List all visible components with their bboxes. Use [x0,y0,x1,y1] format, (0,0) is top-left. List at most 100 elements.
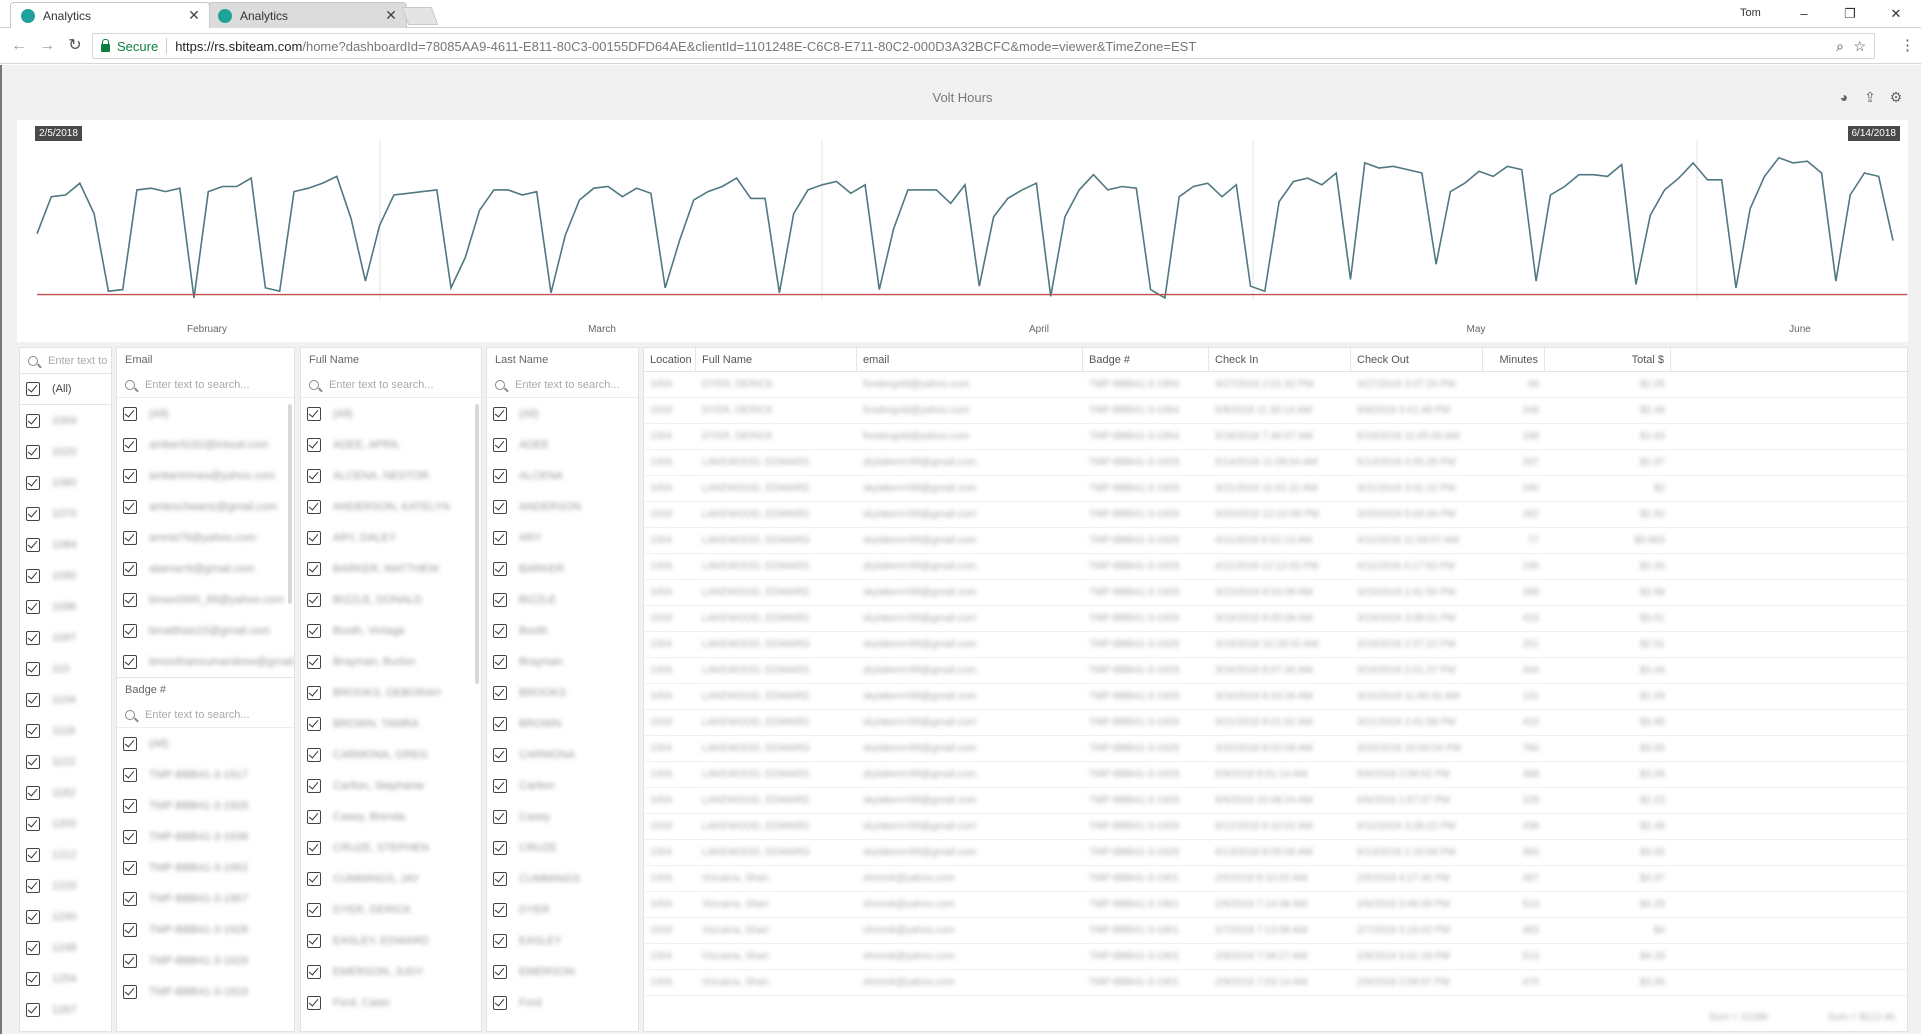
lastname-option[interactable]: CUMMINGS [487,863,638,894]
checkbox-checked[interactable] [493,654,507,669]
checkbox-checked[interactable] [493,592,507,607]
checkbox-checked[interactable] [123,829,137,844]
fullname-option[interactable]: ANDERSON, KATELYN [301,491,481,522]
checkbox-checked[interactable] [307,685,321,700]
table-row[interactable]: 1004 DYER, DERICK fondergold@yahoo.com TMP-… [644,424,1907,450]
badge-option[interactable]: TMP-BBB41-3-1957 [117,883,294,914]
scrollbar-thumb[interactable] [475,404,479,684]
checkbox-checked[interactable] [307,406,321,421]
checkbox-checked[interactable] [493,902,507,917]
checkbox-checked[interactable] [493,561,507,576]
settings-sliders-icon[interactable]: ⚙ [1888,89,1904,105]
lastname-option[interactable]: Carlton [487,770,638,801]
checkbox-checked[interactable] [493,623,507,638]
lastname-option[interactable]: EASLEY [487,925,638,956]
checkbox-checked[interactable] [26,630,40,645]
checkbox-checked[interactable] [26,444,40,459]
palette-icon[interactable]: ◕ [1836,89,1852,105]
fullname-option[interactable]: DYER, DERICK [301,894,481,925]
checkbox-checked[interactable] [26,754,40,769]
fullname-option[interactable]: (All) [301,398,481,429]
export-icon[interactable]: ⇪ [1862,89,1878,105]
location-option[interactable]: 110 [20,653,111,684]
location-option[interactable]: 1060 [20,467,111,498]
table-row[interactable]: 1004 LAKEWOOD, EDWARD skylakerrrr99@gmail.… [644,502,1907,528]
table-row[interactable]: 1004 LAKEWOOD, EDWARD skylakerrrr99@gmail.… [644,528,1907,554]
tab-close-icon[interactable]: ✕ [384,7,398,24]
email-option[interactable]: (All) [117,398,294,429]
table-row[interactable]: 1004 LAKEWOOD, EDWARD skylakerrrr99@gmail.… [644,606,1907,632]
badge-option[interactable]: (All) [117,728,294,759]
checkbox-checked[interactable] [307,592,321,607]
table-row[interactable]: 1004 DYER, DERICK fondergold@yahoo.com TMP-… [644,398,1907,424]
location-search-input[interactable] [48,354,111,367]
column-header-location[interactable]: Location [644,348,696,372]
fullname-option[interactable]: CARMONA, GREG [301,739,481,770]
checkbox-checked[interactable] [493,685,507,700]
checkbox-checked[interactable] [26,816,40,831]
checkbox-checked[interactable] [26,909,40,924]
fullname-option[interactable]: BIZZLE, DONALD [301,584,481,615]
checkbox-checked[interactable] [123,984,137,999]
checkbox-checked[interactable] [493,778,507,793]
checkbox-checked[interactable] [26,506,40,521]
column-header-check-in[interactable]: Check In [1209,348,1351,372]
column-header-check-out[interactable]: Check Out [1351,348,1483,372]
fullname-option[interactable]: ADEE, APRIL [301,429,481,460]
location-all-option[interactable]: (All) [20,374,111,405]
fullname-option[interactable]: EASLEY, EDWARD [301,925,481,956]
table-row[interactable]: 1004 Vizcaina, Shari shrmnk@yahoo.com TMP-B… [644,918,1907,944]
location-option[interactable]: 1096 [20,591,111,622]
badge-search-input[interactable] [145,708,294,721]
checkbox-checked[interactable] [307,964,321,979]
checkbox-checked[interactable] [493,499,507,514]
lastname-option[interactable]: BIZZLE [487,584,638,615]
checkbox-checked[interactable] [307,933,321,948]
checkbox-checked[interactable] [26,382,40,396]
table-row[interactable]: 1004 Vizcaina, Shari shrmnk@yahoo.com TMP-B… [644,866,1907,892]
lastname-option[interactable]: BROOKS [487,677,638,708]
checkbox-checked[interactable] [26,785,40,800]
lastname-option[interactable]: DYER [487,894,638,925]
column-header-total[interactable]: Total $ [1545,348,1671,372]
address-bar[interactable]: Secure https://rs.sbiteam.com/home?dashb… [92,33,1875,59]
bookmark-star-icon[interactable]: ☆ [1853,38,1866,55]
table-row[interactable]: 1004 LAKEWOOD, EDWARD skylakerrrr99@gmail.… [644,736,1907,762]
checkbox-checked[interactable] [307,437,321,452]
table-row[interactable]: 1004 LAKEWOOD, EDWARD skylakerrrr99@gmail.… [644,476,1907,502]
checkbox-checked[interactable] [26,661,40,676]
checkbox-checked[interactable] [307,840,321,855]
table-row[interactable]: 1004 LAKEWOOD, EDWARD skylakerrrr99@gmail.… [644,762,1907,788]
checkbox-checked[interactable] [26,568,40,583]
checkbox-checked[interactable] [26,878,40,893]
lastname-option[interactable]: Casey [487,801,638,832]
fullname-option[interactable]: BARKER, MATTHEW [301,553,481,584]
checkbox-checked[interactable] [307,499,321,514]
lastname-option[interactable]: Brayman [487,646,638,677]
checkbox-checked[interactable] [493,871,507,886]
location-option[interactable]: 1104 [20,684,111,715]
email-option[interactable]: amleschwartz@gmail.com [117,491,294,522]
fullname-option[interactable]: Booth, Vintage [301,615,481,646]
checkbox-checked[interactable] [26,599,40,614]
table-row[interactable]: 1004 LAKEWOOD, EDWARD skylakerrrr99@gmail.… [644,710,1907,736]
checkbox-checked[interactable] [307,468,321,483]
scrollbar-thumb[interactable] [288,404,292,604]
checkbox-checked[interactable] [123,767,137,782]
fullname-option[interactable]: BROOKS, DEBORAH [301,677,481,708]
zoom-icon[interactable]: ⌕ [1836,38,1844,55]
checkbox-checked[interactable] [307,871,321,886]
lastname-option[interactable]: (All) [487,398,638,429]
lastname-option[interactable]: ARY [487,522,638,553]
location-option[interactable]: 1212 [20,839,111,870]
fullname-option[interactable]: ARY, DALEY [301,522,481,553]
lastname-option[interactable]: CARMONA [487,739,638,770]
fullname-option[interactable]: CRUZE, STEPHEN [301,832,481,863]
series-line-volt-hours[interactable] [36,156,1894,300]
back-arrow-icon[interactable]: ← [10,37,28,55]
email-option[interactable]: amrist79@yahoo.com [117,522,294,553]
checkbox-checked[interactable] [26,847,40,862]
fullname-option[interactable]: EMERSON, JUDY [301,956,481,987]
location-option[interactable]: 1182 [20,777,111,808]
browser-tab-analytics-2[interactable]: Analytics ✕ [207,2,407,28]
